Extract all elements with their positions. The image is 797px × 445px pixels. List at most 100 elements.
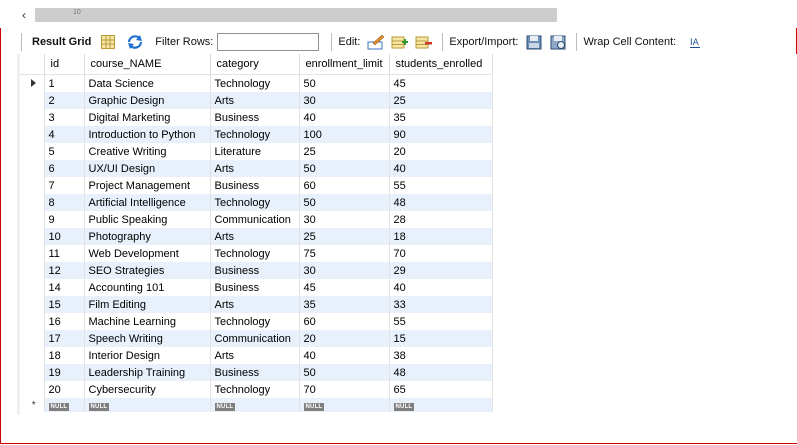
- table-row[interactable]: 16 Machine Learning Technology 60 55: [20, 313, 493, 330]
- column-header-category[interactable]: category: [210, 54, 300, 75]
- cell-students-enrolled[interactable]: 40: [389, 279, 493, 296]
- cell-course-name[interactable]: Digital Marketing: [84, 109, 211, 126]
- table-row[interactable]: 6 UX/UI Design Arts 50 40: [20, 160, 493, 177]
- cell-enrollment-limit[interactable]: 60: [299, 177, 390, 194]
- cell-enrollment-limit[interactable]: 25: [299, 143, 390, 160]
- row-marker[interactable]: [20, 262, 45, 279]
- cell-students-enrolled[interactable]: 25: [389, 92, 493, 109]
- cell-course-name[interactable]: Project Management: [84, 177, 211, 194]
- cell-category[interactable]: Business: [210, 177, 300, 194]
- cell-enrollment-limit[interactable]: 30: [299, 262, 390, 279]
- cell-students-enrolled[interactable]: 48: [389, 364, 493, 381]
- refresh-icon[interactable]: [126, 33, 144, 51]
- table-row[interactable]: 15 Film Editing Arts 35 33: [20, 296, 493, 313]
- cell-id[interactable]: 3: [44, 109, 85, 126]
- cell-id[interactable]: 19: [44, 364, 85, 381]
- row-marker[interactable]: [20, 296, 45, 313]
- delete-row-icon[interactable]: [415, 33, 433, 51]
- cell-students-enrolled[interactable]: 45: [389, 74, 493, 92]
- cell-id[interactable]: 10: [44, 228, 85, 245]
- cell-enrollment-limit[interactable]: 40: [299, 347, 390, 364]
- row-marker[interactable]: [20, 143, 45, 160]
- cell-enrollment-limit[interactable]: 30: [299, 92, 390, 109]
- cell-students-enrolled[interactable]: 33: [389, 296, 493, 313]
- cell-enrollment-limit[interactable]: 50: [299, 160, 390, 177]
- new-row-cell[interactable]: NULL: [44, 398, 85, 412]
- cell-course-name[interactable]: Artificial Intelligence: [84, 194, 211, 211]
- cell-id[interactable]: 2: [44, 92, 85, 109]
- cell-students-enrolled[interactable]: 65: [389, 381, 493, 398]
- table-row[interactable]: 4 Introduction to Python Technology 100 90: [20, 126, 493, 143]
- row-marker[interactable]: [20, 313, 45, 330]
- table-row[interactable]: 19 Leadership Training Business 50 48: [20, 364, 493, 381]
- cell-category[interactable]: Arts: [210, 296, 300, 313]
- cell-id[interactable]: 8: [44, 194, 85, 211]
- table-row[interactable]: 2 Graphic Design Arts 30 25: [20, 92, 493, 109]
- cell-id[interactable]: 4: [44, 126, 85, 143]
- cell-enrollment-limit[interactable]: 50: [299, 194, 390, 211]
- table-row[interactable]: 20 Cybersecurity Technology 70 65: [20, 381, 493, 398]
- cell-id[interactable]: 7: [44, 177, 85, 194]
- cell-category[interactable]: Arts: [210, 228, 300, 245]
- add-row-icon[interactable]: [391, 33, 409, 51]
- cell-category[interactable]: Business: [210, 279, 300, 296]
- cell-id[interactable]: 18: [44, 347, 85, 364]
- row-marker[interactable]: [20, 347, 45, 364]
- row-marker[interactable]: [20, 330, 45, 347]
- cell-course-name[interactable]: UX/UI Design: [84, 160, 211, 177]
- table-row[interactable]: 9 Public Speaking Communication 30 28: [20, 211, 493, 228]
- cell-course-name[interactable]: Film Editing: [84, 296, 211, 313]
- cell-id[interactable]: 5: [44, 143, 85, 160]
- row-marker[interactable]: [20, 194, 45, 211]
- cell-course-name[interactable]: Machine Learning: [84, 313, 211, 330]
- new-row-cell[interactable]: NULL: [389, 398, 493, 412]
- cell-id[interactable]: 11: [44, 245, 85, 262]
- column-header-course-name[interactable]: course_NAME: [84, 54, 211, 75]
- cell-students-enrolled[interactable]: 28: [389, 211, 493, 228]
- table-row[interactable]: 3 Digital Marketing Business 40 35: [20, 109, 493, 126]
- cell-category[interactable]: Technology: [210, 194, 300, 211]
- cell-category[interactable]: Technology: [210, 126, 300, 143]
- grid-view-icon[interactable]: [99, 33, 117, 51]
- row-marker[interactable]: [20, 245, 45, 262]
- table-row[interactable]: 7 Project Management Business 60 55: [20, 177, 493, 194]
- wrap-text-icon[interactable]: IA: [686, 33, 704, 51]
- horizontal-scrollbar[interactable]: 10: [35, 8, 557, 22]
- cell-students-enrolled[interactable]: 70: [389, 245, 493, 262]
- cell-course-name[interactable]: Speech Writing: [84, 330, 211, 347]
- new-row[interactable]: * NULL NULL NULL NULL NULL: [20, 398, 493, 412]
- cell-category[interactable]: Business: [210, 364, 300, 381]
- cell-category[interactable]: Communication: [210, 330, 300, 347]
- cell-id[interactable]: 20: [44, 381, 85, 398]
- cell-students-enrolled[interactable]: 18: [389, 228, 493, 245]
- cell-enrollment-limit[interactable]: 25: [299, 228, 390, 245]
- edit-cell-icon[interactable]: [367, 33, 385, 51]
- cell-students-enrolled[interactable]: 55: [389, 177, 493, 194]
- scroll-left-icon[interactable]: ‹: [22, 8, 26, 22]
- row-marker[interactable]: [20, 109, 45, 126]
- row-marker[interactable]: [20, 211, 45, 228]
- row-marker[interactable]: [20, 160, 45, 177]
- cell-category[interactable]: Arts: [210, 160, 300, 177]
- cell-course-name[interactable]: Accounting 101: [84, 279, 211, 296]
- cell-students-enrolled[interactable]: 15: [389, 330, 493, 347]
- cell-course-name[interactable]: Interior Design: [84, 347, 211, 364]
- cell-id[interactable]: 14: [44, 279, 85, 296]
- cell-category[interactable]: Technology: [210, 313, 300, 330]
- table-row[interactable]: 11 Web Development Technology 75 70: [20, 245, 493, 262]
- cell-students-enrolled[interactable]: 20: [389, 143, 493, 160]
- row-marker[interactable]: [20, 74, 45, 92]
- result-grid-label[interactable]: Result Grid: [32, 36, 91, 48]
- cell-enrollment-limit[interactable]: 50: [299, 364, 390, 381]
- row-marker[interactable]: [20, 92, 45, 109]
- cell-enrollment-limit[interactable]: 45: [299, 279, 390, 296]
- cell-students-enrolled[interactable]: 35: [389, 109, 493, 126]
- cell-id[interactable]: 17: [44, 330, 85, 347]
- cell-id[interactable]: 15: [44, 296, 85, 313]
- cell-category[interactable]: Technology: [210, 74, 300, 92]
- cell-category[interactable]: Technology: [210, 381, 300, 398]
- table-row[interactable]: 5 Creative Writing Literature 25 20: [20, 143, 493, 160]
- cell-course-name[interactable]: Introduction to Python: [84, 126, 211, 143]
- cell-category[interactable]: Literature: [210, 143, 300, 160]
- cell-students-enrolled[interactable]: 48: [389, 194, 493, 211]
